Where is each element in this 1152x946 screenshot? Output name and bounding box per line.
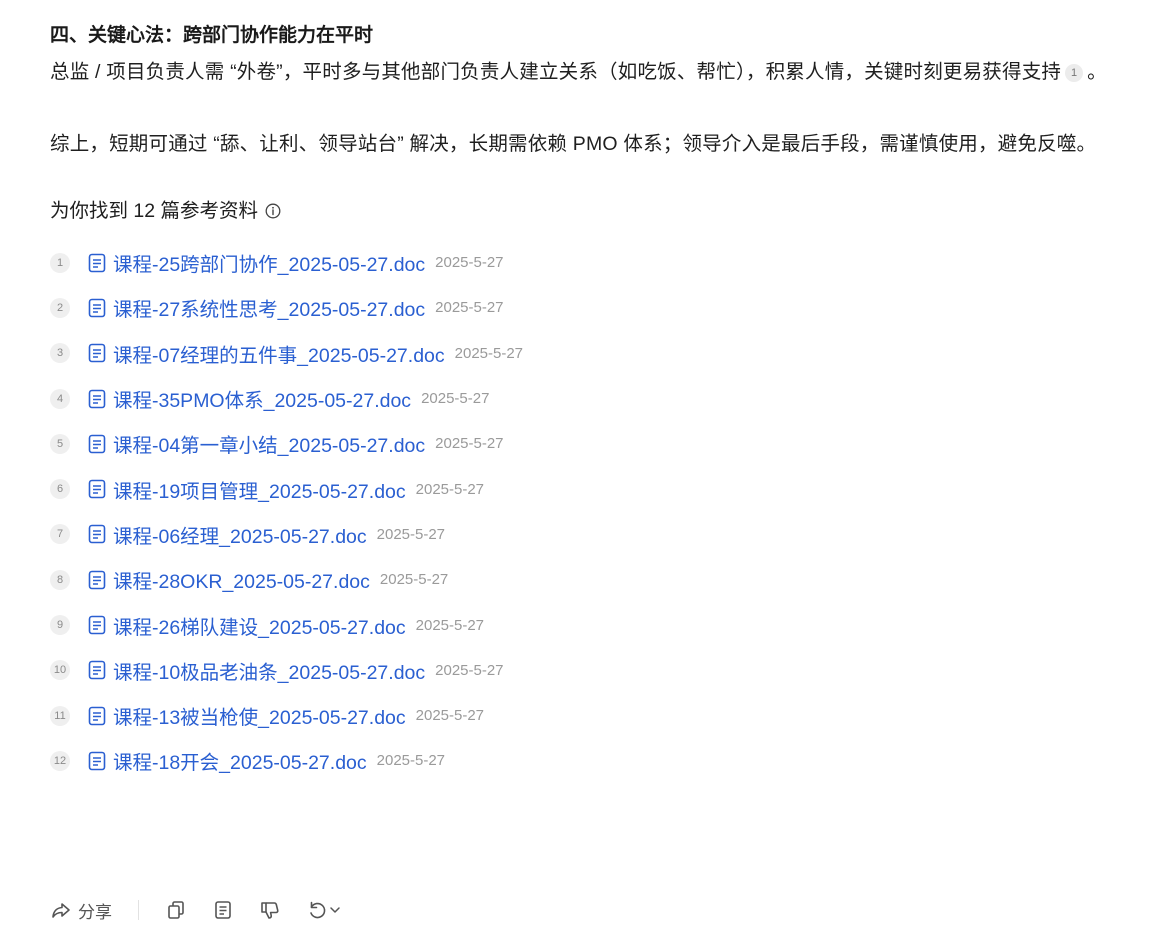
chevron-down-icon[interactable] — [329, 904, 341, 916]
thumbs-down-icon — [261, 902, 279, 919]
reference-date: 2025-5-27 — [435, 254, 504, 272]
document-icon — [88, 706, 106, 725]
reference-number: 12 — [50, 750, 70, 771]
reference-item: 2 课程-27系统性思考_2025-05-27.doc 2025-5-27 — [50, 285, 1135, 330]
reference-number: 4 — [50, 388, 70, 409]
reference-item: 3 课程-07经理的五件事_2025-05-27.doc 2025-5-27 — [50, 331, 1135, 376]
message-toolbar: 分享 — [50, 894, 341, 926]
paragraph-1-text: 总监 / 项目负责人需 “外卷”，平时多与其他部门负责人建立关系（如吃饭、帮忙）… — [50, 61, 1062, 83]
reference-date: 2025-5-27 — [435, 435, 504, 453]
paragraph-1-end: 。 — [1087, 61, 1107, 83]
document-icon — [88, 253, 106, 272]
reference-link[interactable]: 课程-19项目管理_2025-05-27.doc — [113, 475, 406, 504]
document-icon — [88, 615, 106, 635]
reference-number: 11 — [50, 705, 70, 726]
reference-item: 6 课程-19项目管理_2025-05-27.doc 2025-5-27 — [50, 466, 1135, 511]
reference-number: 3 — [50, 343, 70, 364]
section-heading: 四、关键心法：跨部门协作能力在平时 — [50, 25, 374, 46]
document-icon — [88, 434, 106, 454]
share-label: 分享 — [78, 902, 112, 922]
reference-link[interactable]: 课程-04第一章小结_2025-05-27.doc — [113, 429, 425, 458]
document-icon — [215, 901, 231, 919]
reference-item: 10 课程-10极品老油条_2025-05-27.doc 2025-5-27 — [50, 648, 1135, 693]
reference-link[interactable]: 课程-18开会_2025-05-27.doc — [113, 746, 367, 775]
share-icon — [52, 903, 70, 918]
reference-link[interactable]: 课程-06经理_2025-05-27.doc — [113, 520, 367, 549]
reference-item: 8 课程-28OKR_2025-05-27.doc 2025-5-27 — [50, 557, 1135, 602]
answer-content: 四、关键心法：跨部门协作能力在平时 总监 / 项目负责人需 “外卷”，平时多与其… — [50, 18, 1135, 784]
citation-badge[interactable]: 1 — [1065, 64, 1084, 82]
regenerate-icon — [310, 901, 326, 919]
reference-date: 2025-5-27 — [454, 344, 524, 362]
toolbar-divider — [138, 900, 139, 920]
reference-date: 2025-5-27 — [435, 661, 504, 679]
reference-item: 12 课程-18开会_2025-05-27.doc 2025-5-27 — [50, 738, 1135, 783]
reference-item: 4 课程-35PMO体系_2025-05-27.doc 2025-5-27 — [50, 376, 1135, 421]
reference-number: 8 — [50, 569, 70, 590]
references-title: 为你找到 12 篇参考资料 — [50, 200, 259, 222]
reference-date: 2025-5-27 — [435, 299, 504, 317]
document-button[interactable] — [212, 899, 234, 921]
paragraph-1: 总监 / 项目负责人需 “外卷”，平时多与其他部门负责人建立关系（如吃饭、帮忙）… — [50, 54, 1135, 90]
reference-item: 9 课程-26梯队建设_2025-05-27.doc 2025-5-27 — [50, 602, 1135, 647]
dislike-button[interactable] — [259, 899, 281, 921]
reference-link[interactable]: 课程-10极品老油条_2025-05-27.doc — [113, 656, 425, 685]
share-button[interactable]: 分享 — [50, 898, 112, 923]
reference-link[interactable]: 课程-27系统性思考_2025-05-27.doc — [113, 293, 425, 322]
reference-link[interactable]: 课程-28OKR_2025-05-27.doc — [113, 565, 370, 594]
reference-date: 2025-5-27 — [415, 616, 485, 634]
reference-number: 2 — [50, 297, 70, 318]
reference-date: 2025-5-27 — [415, 480, 485, 498]
reference-number: 7 — [50, 524, 70, 545]
reference-date: 2025-5-27 — [376, 752, 446, 770]
document-icon — [88, 298, 106, 318]
document-icon — [88, 570, 106, 590]
copy-button[interactable] — [165, 899, 187, 921]
reference-date: 2025-5-27 — [379, 571, 449, 589]
document-icon — [88, 389, 106, 408]
document-icon — [88, 479, 106, 499]
document-icon — [88, 661, 106, 680]
reference-item: 5 课程-04第一章小结_2025-05-27.doc 2025-5-27 — [50, 421, 1135, 466]
references-header: 为你找到 12 篇参考资料 — [50, 196, 1135, 226]
paragraph-2: 综上，短期可通过 “舔、让利、领导站台” 解决，长期需依赖 PMO 体系；领导介… — [50, 133, 1097, 155]
reference-link[interactable]: 课程-13被当枪使_2025-05-27.doc — [113, 701, 406, 730]
regenerate-button[interactable] — [306, 899, 341, 921]
reference-number: 10 — [50, 660, 70, 681]
document-icon — [88, 525, 106, 544]
reference-list: 1 课程-25跨部门协作_2025-05-27.doc 2025-5-27 2 … — [50, 240, 1135, 784]
reference-item: 11 课程-13被当枪使_2025-05-27.doc 2025-5-27 — [50, 693, 1135, 738]
reference-number: 6 — [50, 479, 70, 500]
reference-item: 1 课程-25跨部门协作_2025-05-27.doc 2025-5-27 — [50, 240, 1135, 285]
document-icon — [88, 343, 106, 363]
reference-link[interactable]: 课程-26梯队建设_2025-05-27.doc — [113, 611, 406, 640]
reference-link[interactable]: 课程-35PMO体系_2025-05-27.doc — [113, 384, 411, 413]
reference-item: 7 课程-06经理_2025-05-27.doc 2025-5-27 — [50, 512, 1135, 557]
reference-number: 1 — [50, 252, 70, 273]
info-circle-icon[interactable] — [265, 203, 281, 219]
reference-date: 2025-5-27 — [376, 525, 446, 543]
reference-date: 2025-5-27 — [421, 390, 490, 408]
document-icon — [88, 751, 106, 771]
reference-link[interactable]: 课程-07经理的五件事_2025-05-27.doc — [113, 339, 445, 368]
reference-number: 5 — [50, 433, 70, 454]
reference-number: 9 — [50, 615, 70, 636]
reference-date: 2025-5-27 — [415, 707, 485, 725]
reference-link[interactable]: 课程-25跨部门协作_2025-05-27.doc — [113, 248, 425, 277]
copy-icon — [168, 901, 184, 919]
